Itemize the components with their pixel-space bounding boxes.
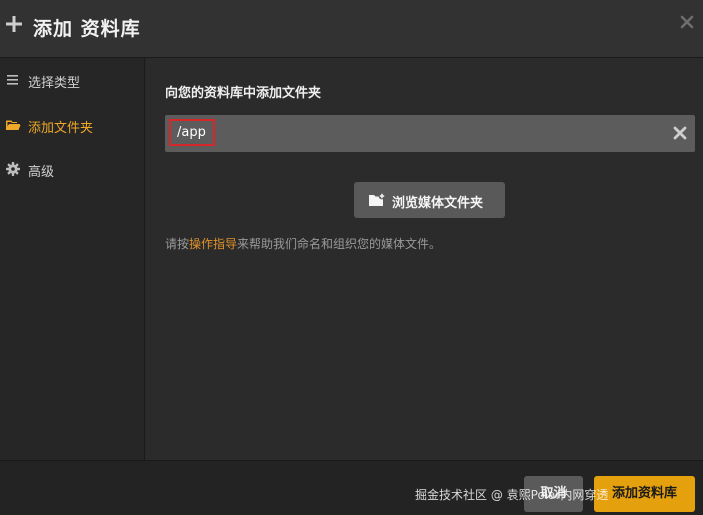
close-icon[interactable]: [680, 15, 694, 29]
help-text: 请按操作指导来帮助我们命名和组织您的媒体文件。: [165, 235, 441, 252]
browse-button-label: 浏览媒体文件夹: [392, 196, 484, 211]
sidebar: 选择类型 添加文件夹 高级: [0, 58, 145, 460]
sidebar-item-select-type[interactable]: 选择类型: [0, 65, 145, 95]
gear-icon: [6, 162, 20, 176]
help-text-prefix: 请按: [165, 237, 190, 251]
dialog-title: 添加 资料库: [33, 18, 141, 40]
dialog-header: 添加 资料库: [0, 0, 703, 58]
add-library-button[interactable]: 添加资料库: [594, 476, 695, 512]
add-library-dialog: 添加 资料库 选择类型 添加文件夹 高级 向您的资料库中添加文件夹 /app 浏…: [0, 0, 703, 515]
sidebar-item-advanced[interactable]: 高级: [0, 154, 145, 184]
sidebar-item-label: 选择类型: [28, 76, 81, 91]
folder-path-row: [165, 115, 695, 152]
section-title: 向您的资料库中添加文件夹: [165, 86, 322, 101]
main-content: 向您的资料库中添加文件夹 浏览媒体文件夹 请按操作指导来帮助我们命名和组织您的媒…: [146, 58, 703, 460]
folder-add-icon: [369, 192, 386, 206]
help-text-suffix: 来帮助我们命名和组织您的媒体文件。: [237, 237, 442, 251]
dialog-footer: 取消 添加资料库 掘金技术社区 @ 袁熙Polar内网穿透: [0, 460, 703, 515]
list-icon: [7, 75, 18, 85]
sidebar-item-label: 高级: [28, 165, 55, 180]
sidebar-item-label: 添加文件夹: [28, 121, 94, 136]
sidebar-item-add-folder[interactable]: 添加文件夹: [0, 110, 145, 140]
guide-link[interactable]: 操作指导: [189, 237, 237, 251]
browse-media-folder-button[interactable]: 浏览媒体文件夹: [354, 182, 505, 218]
plus-icon: [6, 16, 22, 32]
folder-open-icon: [6, 120, 21, 130]
clear-icon[interactable]: [673, 126, 687, 140]
cancel-button[interactable]: 取消: [524, 476, 583, 512]
folder-path-input[interactable]: [169, 119, 215, 146]
